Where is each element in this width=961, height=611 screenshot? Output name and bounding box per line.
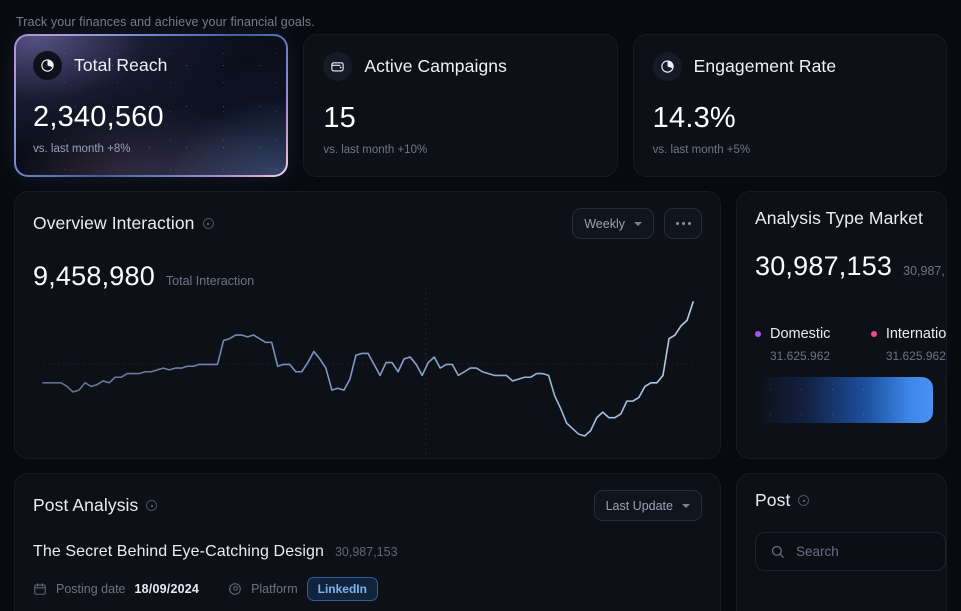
panel-title-wrap: Post Analysis [33,495,158,516]
post-meta: Posting date 18/09/2024 Platform LinkedI… [33,577,702,601]
legend-top: International [870,326,947,342]
page-subtitle: Track your finances and achieve your fin… [16,15,315,29]
kpi-value: 2,340,560 [33,101,164,133]
market-bar-international[interactable] [944,377,946,423]
posting-date-value: 18/09/2024 [134,582,200,596]
platform-icon [228,582,242,596]
market-total-secondary: 30,987,153 [903,264,946,278]
market-summary: 30,987,153 30,987,153 [755,251,946,282]
bottom-row: Post Analysis Last Update The Secret Beh… [14,473,947,611]
market-total-value: 30,987,153 [755,251,893,281]
chevron-down-icon [634,221,642,226]
wallet-icon [323,52,353,81]
panel-header: Post Analysis Last Update [33,490,702,521]
platform-label: Platform [251,582,298,596]
dashboard-page: Track your finances and achieve your fin… [0,0,961,611]
legend-value: 31.625.962 [885,349,946,363]
dot [681,222,685,225]
interaction-line-chart[interactable] [15,288,720,458]
panel-title: Analysis Type Market [755,208,923,228]
kpi-value: 15 [323,102,356,134]
filter-label: Last Update [605,498,673,513]
kpi-header: Total Reach [33,51,269,80]
kpi-subtext: vs. last month +10% [323,144,428,156]
analysis-type-market-panel: Analysis Type Market 30,987,153 30,987,1… [736,191,947,459]
post-title-row: The Secret Behind Eye-Catching Design 30… [33,543,702,561]
line-chart-svg [42,288,694,458]
post-count: 30,987,153 [334,545,398,559]
legend-top: Domestic [755,326,830,342]
panel-title: Post Analysis [33,495,139,515]
calendar-icon [33,582,47,596]
market-bar-chart [755,377,946,423]
range-selector-weekly[interactable]: Weekly [572,208,654,239]
panel-header: Overview Interaction Weekly [33,208,702,239]
filter-last-update[interactable]: Last Update [593,490,702,521]
market-legend: Domestic 31.625.962 International 31.625… [755,326,946,363]
search-placeholder: Search [796,544,839,559]
market-bar-domestic[interactable] [755,377,933,423]
legend-value: 31.625.962 [770,349,831,363]
kpi-title: Total Reach [74,55,168,75]
posting-date-label: Posting date [56,582,126,596]
platform-badge-linkedin[interactable]: LinkedIn [306,577,378,601]
search-icon [770,544,785,559]
legend-label: Domestic [770,326,831,342]
post-panel: Post Search [736,473,947,611]
kpi-row: Total Reach 2,340,560 vs. last month +8%… [14,34,947,177]
more-options-button[interactable] [664,208,702,239]
chevron-down-icon [682,503,690,508]
panel-tools: Last Update [593,490,702,521]
info-icon[interactable] [146,500,158,511]
legend-color-dot [755,331,761,337]
range-selector-label: Weekly [584,216,625,231]
kpi-card-engagement-rate[interactable]: Engagement Rate 14.3% vs. last month +5% [632,34,947,177]
legend-item-domestic[interactable]: Domestic 31.625.962 [755,326,831,363]
kpi-subtext: vs. last month +5% [652,144,751,156]
overview-interaction-panel: Overview Interaction Weekly 9,458,980 To… [14,191,721,459]
search-input[interactable]: Search [755,532,946,571]
panel-tools: Weekly [572,208,702,239]
kpi-header: Active Campaigns [323,52,597,81]
legend-item-international[interactable]: International 31.625.962 [870,326,947,363]
total-interaction-label: Total Interaction [165,274,255,288]
middle-row: Overview Interaction Weekly 9,458,980 To… [14,191,947,459]
kpi-header: Engagement Rate [652,52,927,81]
panel-title-wrap: Analysis Type Market [755,208,946,229]
dot [687,222,691,225]
post-row[interactable]: The Secret Behind Eye-Catching Design 30… [33,543,702,601]
kpi-value: 14.3% [652,102,736,134]
kpi-title: Active Campaigns [364,56,507,76]
kpi-title: Engagement Rate [693,56,837,76]
pie-chart-icon [33,51,62,80]
chart-line-path [42,301,694,437]
kpi-subtext: vs. last month +8% [33,143,131,155]
panel-title-wrap: Overview Interaction [33,213,214,234]
pie-chart-icon [652,52,682,81]
info-icon[interactable] [202,218,214,229]
kpi-card-active-campaigns[interactable]: Active Campaigns 15 vs. last month +10% [303,34,618,177]
panel-title: Overview Interaction [33,213,195,233]
post-analysis-panel: Post Analysis Last Update The Secret Beh… [14,473,721,611]
panel-title-wrap: Post [755,490,946,511]
panel-title: Post [755,490,791,510]
post-title: The Secret Behind Eye-Catching Design [33,543,324,560]
legend-label: International [885,326,947,342]
legend-color-dot [870,331,877,337]
kpi-card-total-reach[interactable]: Total Reach 2,340,560 vs. last month +8% [14,34,289,177]
dot [675,222,679,225]
info-icon[interactable] [798,495,810,506]
